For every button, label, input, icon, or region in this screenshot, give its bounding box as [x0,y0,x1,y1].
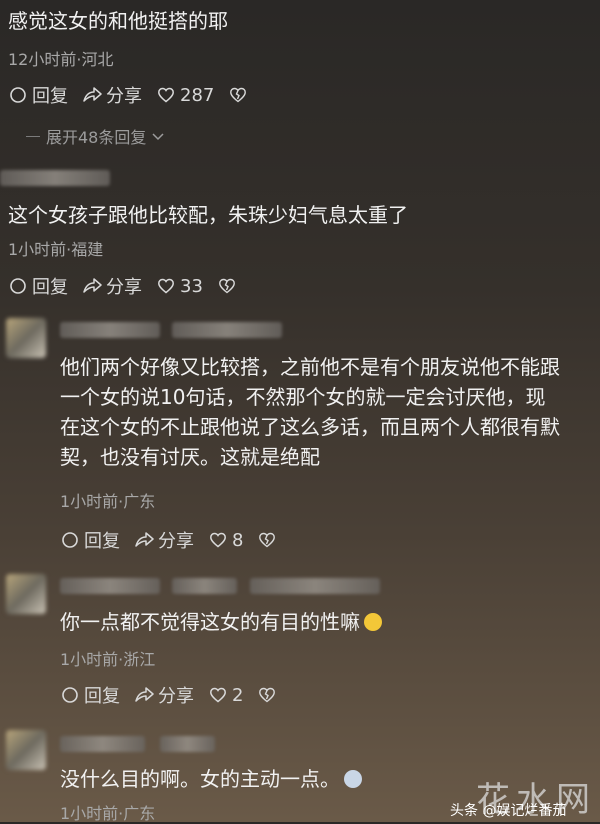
sticker-emoji-icon [344,770,362,788]
like-count: 287 [180,84,215,106]
avatar[interactable] [6,318,46,358]
username-blurred[interactable] [60,578,160,594]
like-count: 33 [180,275,203,297]
dislike-button[interactable] [257,685,277,705]
dislike-button[interactable] [228,85,248,105]
reply-button[interactable]: 回复 [60,682,120,708]
chevron-down-icon [152,127,164,146]
comment-5-meta: 1小时前·广东 [60,804,156,823]
laughing-emoji-icon [364,613,382,631]
dislike-button[interactable] [217,276,237,296]
like-button[interactable]: 2 [208,685,243,706]
broken-heart-icon [228,85,248,105]
share-label: 分享 [158,531,194,552]
reply-label: 回复 [84,531,120,552]
reply-icon [60,530,80,550]
comment-3-line-2: 一个女的说10句话，不然那个女的就一定会讨厌他，现 [60,385,546,409]
username-blurred[interactable] [0,170,110,186]
divider [26,135,40,137]
share-button[interactable]: 分享 [82,82,142,108]
reply-icon [8,276,28,296]
heart-icon [208,530,228,550]
reply-target-blurred [250,578,380,594]
comment-4-meta: 1小时前·浙江 [60,650,156,669]
comment-5-content: 没什么目的啊。女的主动一点。 [60,767,340,791]
user-badge-blurred [160,736,215,752]
avatar[interactable] [6,574,46,614]
broken-heart-icon [217,276,237,296]
reply-label: 回复 [84,686,120,707]
comment-1-actions: 回复 分享 287 [8,82,248,108]
watermark-text: 头条 @娱记烂番茄 [450,803,567,819]
broken-heart-icon [257,530,277,550]
share-icon [82,276,102,296]
share-label: 分享 [106,277,142,298]
expand-replies-button[interactable]: 展开48条回复 [26,124,164,148]
comment-1-text: 感觉这女的和他挺搭的耶 [8,9,228,33]
comment-2-text: 这个女孩子跟他比较配，朱珠少妇气息太重了 [8,203,408,227]
heart-icon [156,276,176,296]
reply-label: 回复 [32,86,68,107]
comment-3-meta: 1小时前·广东 [60,492,156,511]
comment-5-text: 没什么目的啊。女的主动一点。 [60,764,362,794]
reply-button[interactable]: 回复 [8,82,68,108]
share-label: 分享 [158,686,194,707]
user-badge-blurred [172,322,282,338]
share-button[interactable]: 分享 [134,682,194,708]
comment-3-actions: 回复 分享 8 [60,527,277,553]
reply-label: 回复 [32,277,68,298]
broken-heart-icon [257,685,277,705]
share-button[interactable]: 分享 [82,273,142,299]
like-button[interactable]: 33 [156,276,203,297]
like-button[interactable]: 287 [156,85,214,106]
comment-2-actions: 回复 分享 33 [8,273,237,299]
heart-icon [156,85,176,105]
share-label: 分享 [106,86,142,107]
comment-2-meta: 1小时前·福建 [8,240,104,259]
like-count: 2 [232,684,244,706]
reply-button[interactable]: 回复 [8,273,68,299]
like-count: 8 [232,529,244,551]
comment-4-text: 你一点都不觉得这女的有目的性嘛 [60,607,382,637]
share-icon [134,530,154,550]
like-button[interactable]: 8 [208,530,243,551]
comment-1-meta: 12小时前·河北 [8,50,114,69]
comment-3-line-3: 在这个女的不止跟他说了这么多话，而且两个人都很有默 [60,415,560,439]
comment-4-actions: 回复 分享 2 [60,682,277,708]
comment-4-content: 你一点都不觉得这女的有目的性嘛 [60,610,360,634]
user-badge-blurred [172,578,237,594]
username-blurred[interactable] [60,322,160,338]
comment-3-text: 他们两个好像又比较搭，之前他不是有个朋友说他不能跟 一个女的说10句话，不然那个… [60,352,560,472]
heart-icon [208,685,228,705]
comment-3-line-4: 契，也没有讨厌。这就是绝配 [60,445,320,469]
reply-icon [8,85,28,105]
avatar[interactable] [6,730,46,770]
dislike-button[interactable] [257,530,277,550]
expand-label: 展开48条回复 [46,128,147,147]
share-icon [82,85,102,105]
reply-button[interactable]: 回复 [60,527,120,553]
username-blurred[interactable] [60,736,145,752]
share-button[interactable]: 分享 [134,527,194,553]
comment-3-line-1: 他们两个好像又比较搭，之前他不是有个朋友说他不能跟 [60,355,560,379]
share-icon [134,685,154,705]
reply-icon [60,685,80,705]
